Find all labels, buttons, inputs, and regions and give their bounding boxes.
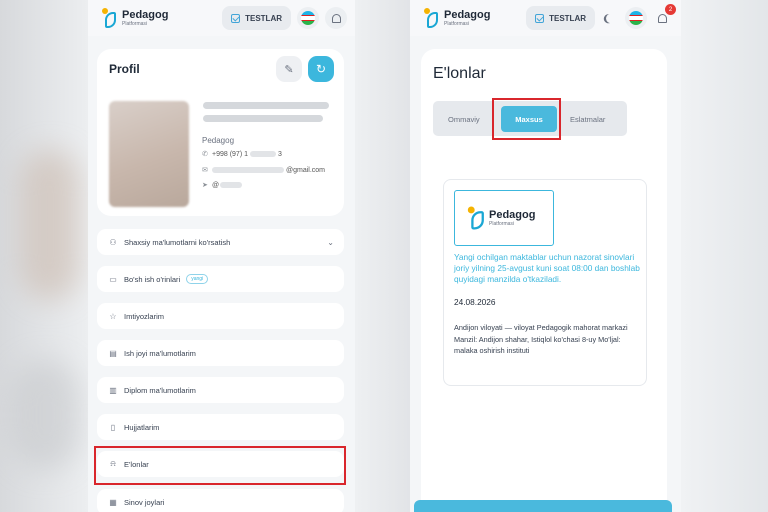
profile-card: Profil ✎ ↻ Pedagog ✆ +998 (97) 13 ✉ @gmail… [97, 49, 344, 216]
logo-icon [102, 8, 118, 28]
new-badge: yangi [186, 274, 209, 284]
page-title: E'lonlar [433, 65, 486, 82]
phone-icon: ✆ [202, 151, 208, 158]
menu-item-privileges[interactable]: ☆ Imtiyozlarim [97, 303, 344, 329]
mail-icon: ✉ [202, 167, 208, 174]
tests-label: TESTLAR [245, 13, 282, 23]
profile-email: ✉ @gmail.com [202, 167, 326, 174]
avatar [109, 101, 189, 207]
edit-profile-button[interactable]: ✎ [276, 56, 302, 82]
background-blur [10, 360, 80, 470]
pencil-icon: ✎ [284, 63, 294, 76]
app-header: Pedagog Platformasi TESTLAR 2 [410, 0, 681, 36]
notification-count-badge: 2 [665, 4, 676, 15]
uzbekistan-flag-icon [301, 11, 315, 25]
diploma-icon: ▥ [109, 385, 117, 395]
announcement-headline: Yangi ochilgan maktablar uchun nazorat s… [454, 252, 640, 284]
tab-reminders[interactable]: Eslatmalar [570, 115, 605, 124]
logo-icon [424, 8, 440, 28]
logo-icon [467, 206, 486, 230]
uzbekistan-flag-icon [629, 11, 643, 25]
refresh-button[interactable]: ↻ [308, 56, 334, 82]
menu-item-personal-info[interactable]: ⚇ Shaxsiy ma'lumotlarni ko'rsatish ⌄ [97, 229, 344, 255]
checkbox-icon [535, 13, 545, 23]
star-icon: ☆ [109, 311, 117, 321]
map-icon: ▦ [109, 497, 117, 507]
background-middle [355, 0, 410, 512]
brand-name: Pedagog [122, 9, 169, 21]
bell-icon [657, 13, 667, 23]
profile-phone: ✆ +998 (97) 13 [202, 151, 282, 158]
brand-logo[interactable]: Pedagog Platformasi [102, 8, 168, 28]
profile-role: Pedagog [202, 136, 235, 145]
profile-title: Profil [109, 62, 140, 76]
right-phone-screen: Pedagog Platformasi TESTLAR 2 E'lonlar O [410, 0, 681, 512]
brand-subtitle: Platformasi [122, 21, 148, 27]
building-icon: ▤ [109, 348, 117, 358]
tests-button[interactable]: TESTLAR [222, 6, 291, 30]
theme-toggle-button[interactable] [599, 7, 621, 29]
user-icon: ⚇ [109, 237, 117, 247]
app-header: Pedagog Platformasi TESTLAR [88, 0, 355, 36]
announcement-body: Andijon viloyati — viloyat Pedagogik mah… [454, 323, 628, 355]
brand-name: Pedagog [489, 209, 536, 221]
document-icon: ▯ [110, 422, 116, 432]
brand-subtitle: Platformasi [444, 21, 470, 27]
menu-item-test-locations[interactable]: ▦ Sinov joylari [97, 489, 344, 512]
brand-name: Pedagog [444, 9, 491, 21]
menu-item-vacancies[interactable]: ▭ Bo'sh ish o'rinlari yangi [97, 266, 344, 292]
name-placeholder [203, 102, 329, 109]
left-phone-screen: Pedagog Platformasi TESTLAR Profil ✎ ↻ P… [88, 0, 355, 512]
menu-item-diploma[interactable]: ▥ Diplom ma'lumotlarim [97, 377, 344, 403]
menu-item-workplace[interactable]: ▤ Ish joyi ma'lumotlarim [97, 340, 344, 366]
name-placeholder [203, 115, 323, 122]
language-button[interactable] [297, 7, 319, 29]
background-right [681, 0, 768, 512]
bottom-action-bar[interactable] [414, 500, 672, 512]
briefcase-icon: ▭ [109, 274, 117, 284]
menu-item-documents[interactable]: ▯ Hujjatlarim [97, 414, 344, 440]
highlight-announcements-menu [94, 446, 346, 485]
announcement-item[interactable]: Pedagog Platformasi Yangi ochilgan makta… [443, 179, 647, 386]
notifications-button[interactable] [325, 7, 347, 29]
brand-subtitle: Platformasi [489, 221, 515, 227]
checkbox-icon [231, 13, 241, 23]
announcement-date: 24.08.2026 [454, 297, 496, 307]
tests-button[interactable]: TESTLAR [526, 6, 595, 30]
bell-icon [331, 13, 341, 23]
notifications-button[interactable]: 2 [651, 4, 676, 29]
chevron-down-icon: ⌄ [327, 237, 334, 247]
background-blur [20, 150, 80, 300]
telegram-icon: ➤ [202, 182, 208, 189]
brand-logo[interactable]: Pedagog Platformasi [424, 8, 490, 28]
announcement-logo: Pedagog Platformasi [454, 190, 554, 246]
tests-label: TESTLAR [549, 13, 586, 23]
moon-icon [604, 12, 616, 24]
language-button[interactable] [625, 7, 647, 29]
highlight-special-tab [492, 98, 561, 140]
refresh-icon: ↻ [315, 62, 327, 76]
profile-telegram: ➤ @ [202, 181, 243, 189]
tab-public[interactable]: Ommaviy [448, 115, 480, 124]
